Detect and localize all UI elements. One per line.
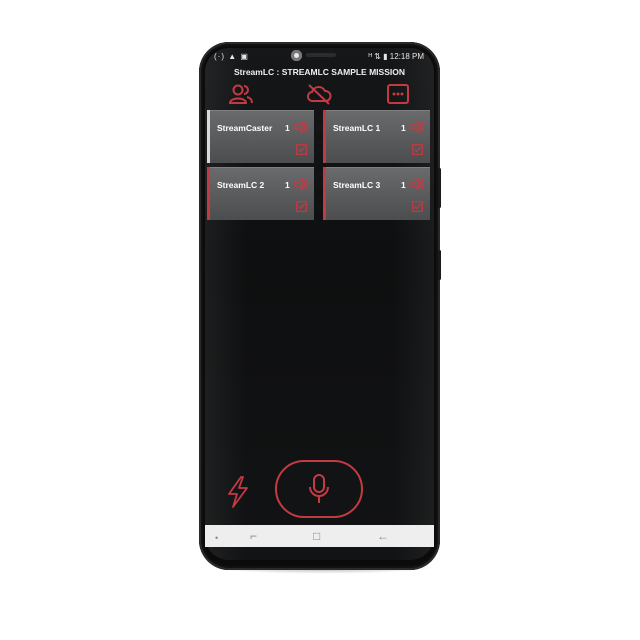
- speaker-icon[interactable]: [409, 176, 425, 192]
- speaker-icon[interactable]: [293, 176, 309, 192]
- channel-count: 1: [285, 180, 290, 190]
- app-title: StreamLC : STREAMLC SAMPLE MISSION: [234, 67, 405, 77]
- channel-tile-streamlc-1[interactable]: StreamLC 1 1: [323, 110, 430, 163]
- cloud-offline-icon[interactable]: [306, 83, 332, 105]
- volume-button: [438, 168, 441, 208]
- status-right-icons: ᴴ ⇅ ▮: [368, 52, 388, 61]
- channel-tile-streamcaster[interactable]: StreamCaster 1: [207, 110, 314, 163]
- tile-accent: [323, 110, 326, 163]
- users-icon[interactable]: [228, 83, 254, 105]
- recents-button[interactable]: ⌐: [250, 529, 257, 543]
- channel-tile-streamlc-3[interactable]: StreamLC 3 1: [323, 167, 430, 220]
- nav-bar: • ⌐ □ ←: [205, 525, 434, 547]
- checkbox-icon[interactable]: [412, 201, 423, 212]
- channel-name: StreamLC 3: [333, 180, 381, 190]
- channel-tile-streamlc-2[interactable]: StreamLC 2 1: [207, 167, 314, 220]
- back-button[interactable]: ←: [377, 529, 389, 543]
- tile-accent: [207, 167, 210, 220]
- checkbox-icon[interactable]: [296, 201, 307, 212]
- microphone-icon: [309, 474, 329, 503]
- tile-accent: [323, 167, 326, 220]
- home-button[interactable]: □: [313, 529, 320, 543]
- tile-accent: [207, 110, 210, 163]
- status-bar: (·) ▲ ▣ ᴴ ⇅ ▮ 12:18 PM: [214, 52, 424, 64]
- lightning-icon[interactable]: [223, 475, 253, 509]
- channel-count: 1: [401, 123, 406, 133]
- status-time: 12:18 PM: [389, 52, 424, 61]
- power-button: [438, 250, 441, 280]
- checkbox-icon[interactable]: [296, 144, 307, 155]
- channel-count: 1: [401, 180, 406, 190]
- nav-dot: •: [215, 533, 219, 543]
- more-menu-icon[interactable]: [385, 83, 411, 105]
- push-to-talk-button[interactable]: [275, 460, 363, 518]
- speaker-icon[interactable]: [409, 119, 425, 135]
- channel-name: StreamCaster: [217, 123, 273, 133]
- checkbox-icon[interactable]: [412, 144, 423, 155]
- speaker-icon[interactable]: [293, 119, 309, 135]
- channel-name: StreamLC 1: [333, 123, 381, 133]
- status-right: ᴴ ⇅ ▮ 12:18 PM: [369, 52, 424, 61]
- status-left-icons: (·) ▲ ▣: [214, 52, 249, 61]
- channel-name: StreamLC 2: [217, 180, 265, 190]
- channel-count: 1: [285, 123, 290, 133]
